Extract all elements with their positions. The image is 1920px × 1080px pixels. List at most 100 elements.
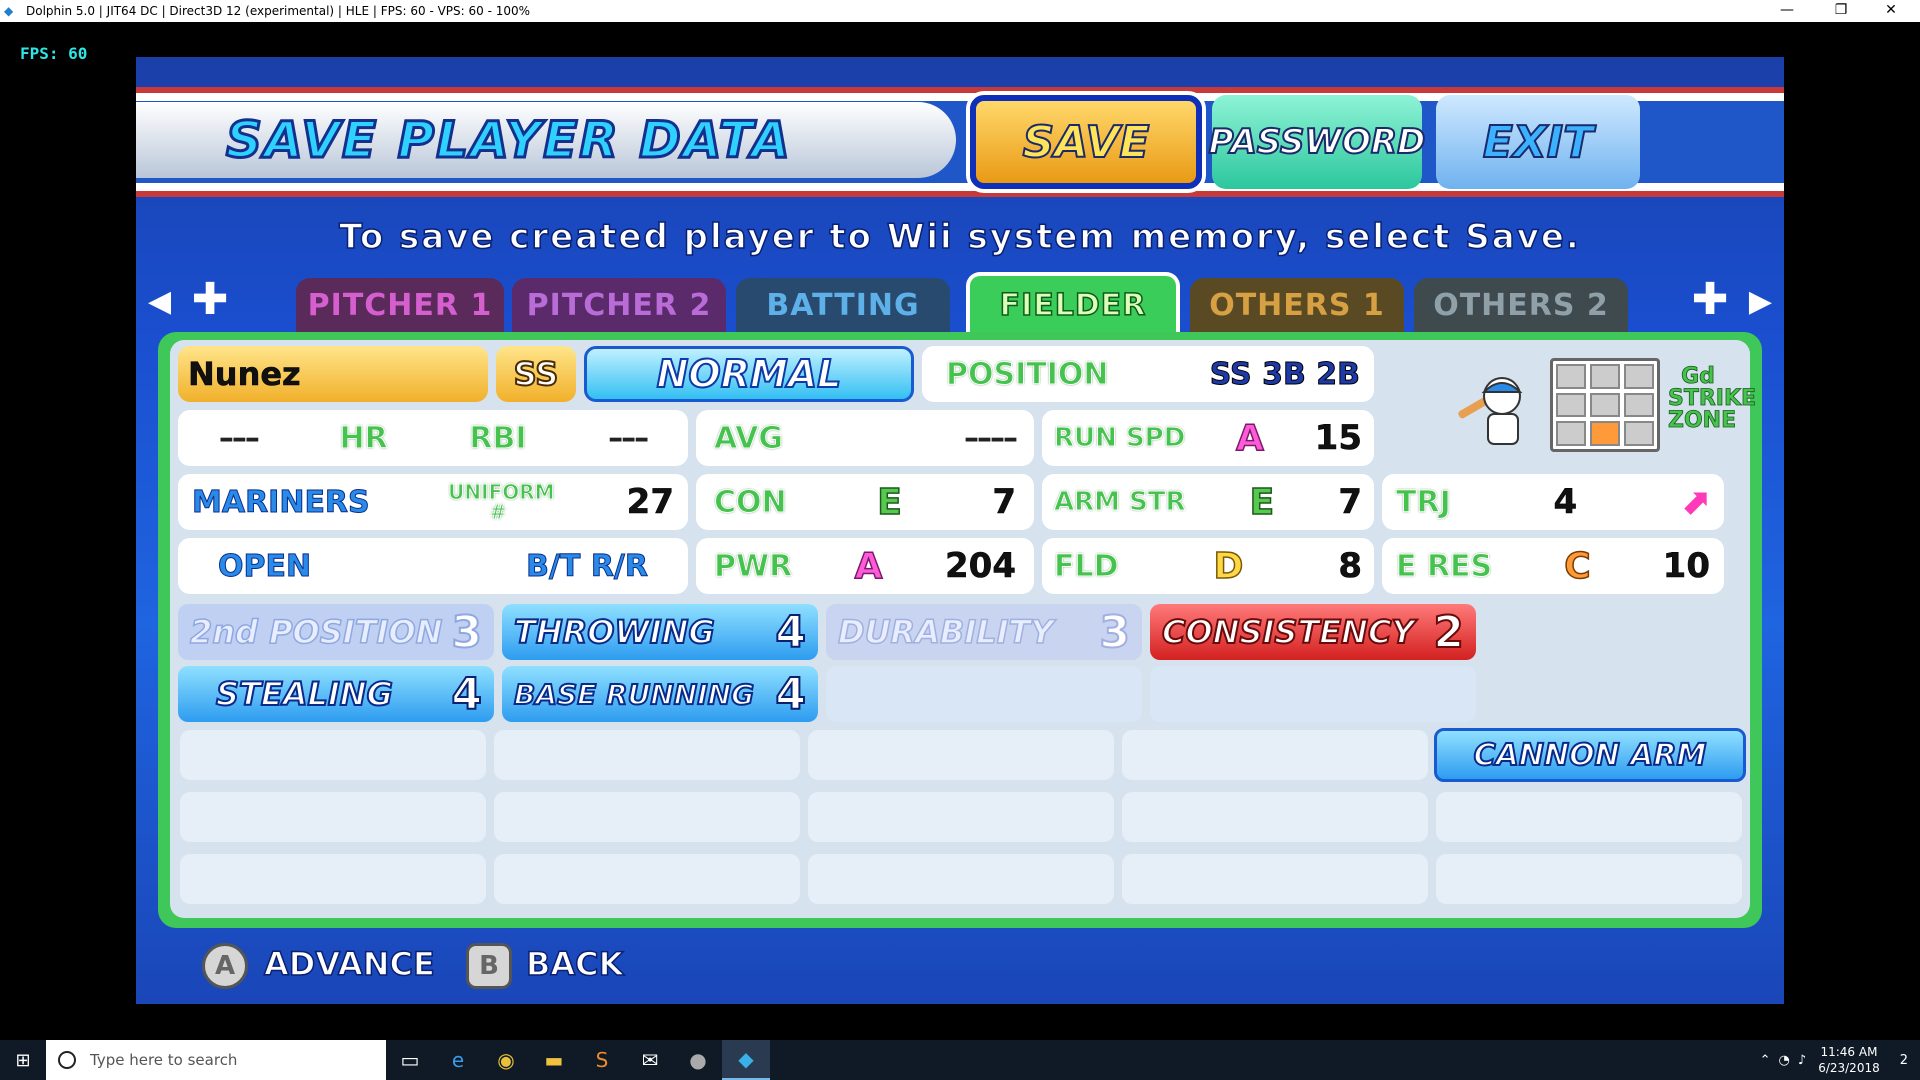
tab-others-2[interactable]: OTHERS 2 — [1414, 278, 1628, 332]
arm-strength-cell: ARM STR E 7 — [1042, 474, 1374, 530]
ability-stealing: STEALING 4 — [178, 666, 494, 722]
b-button-icon: B — [466, 943, 512, 989]
tab-fielder[interactable]: FIELDER — [966, 272, 1180, 334]
close-button[interactable]: ✕ — [1868, 0, 1914, 22]
system-tray: ⌃ ◔ ♪ 11:46 AM 6/23/2018 2 — [1756, 1040, 1920, 1080]
bt-value: R/R — [590, 548, 648, 584]
taskbar-clock[interactable]: 11:46 AM 6/23/2018 — [1818, 1044, 1880, 1076]
contact-value: 7 — [992, 482, 1016, 523]
tab-bar: ◀ ✚ PITCHER 1 PITCHER 2 BATTING FIELDER … — [136, 272, 1784, 334]
run-speed-cell: RUN SPD A 15 — [1042, 410, 1374, 466]
volume-icon[interactable]: ♪ — [1798, 1053, 1806, 1068]
special-slot — [494, 854, 800, 904]
ability-value: 4 — [774, 606, 807, 659]
restore-button[interactable]: ❐ — [1818, 0, 1864, 22]
tab-pitcher-1[interactable]: PITCHER 1 — [296, 278, 504, 332]
file-explorer-icon[interactable]: ▬ — [530, 1040, 578, 1080]
sublime-icon[interactable]: S — [578, 1040, 626, 1080]
ability-value: 3 — [450, 606, 483, 659]
network-icon[interactable]: ◔ — [1779, 1053, 1790, 1068]
ability-throwing: THROWING 4 — [502, 604, 818, 660]
fps-overlay: FPS: 60 — [20, 44, 88, 63]
strike-zone-block: Gd STRIKE ZONE — [1442, 358, 1756, 468]
save-button[interactable]: SAVE — [970, 95, 1202, 189]
task-view-icon[interactable]: ▭ — [386, 1040, 434, 1080]
tab-batting[interactable]: BATTING — [736, 278, 950, 332]
special-slot — [1122, 854, 1428, 904]
tab-others-1[interactable]: OTHERS 1 — [1190, 278, 1404, 332]
strike-zone-label: Gd STRIKE ZONE — [1668, 364, 1757, 433]
ability-label: STEALING — [215, 674, 394, 714]
page-title: SAVE PLAYER DATA — [225, 110, 792, 171]
power-value: 204 — [945, 546, 1016, 587]
rbi-label: RBI — [469, 420, 527, 456]
special-slot — [808, 730, 1114, 780]
tab-pitcher-2[interactable]: PITCHER 2 — [512, 278, 726, 332]
fielding-cell: FLD D 8 — [1042, 538, 1374, 594]
stance-cell: OPEN B/T R/R — [178, 538, 688, 594]
bt-label: B/T — [526, 548, 581, 584]
ability-label: DURABILITY — [837, 612, 1054, 652]
ability-durability: DURABILITY 3 — [826, 604, 1142, 660]
contact-grade: E — [876, 481, 902, 524]
a-button-icon: A — [202, 943, 248, 989]
fielding-value: 8 — [1338, 546, 1362, 587]
ability-cannon-arm: CANNON ARM — [1434, 728, 1746, 782]
rbi-value: ––– — [608, 420, 649, 456]
error-resistance-label: E RES — [1395, 548, 1493, 584]
taskbar-search[interactable]: Type here to search — [46, 1040, 386, 1080]
ability-value: 3 — [1098, 606, 1131, 659]
error-resistance-grade: C — [1563, 545, 1591, 588]
fielder-panel: Nunez SS NORMAL POSITION SS 3B 2B ––– HR… — [158, 332, 1762, 928]
special-slot — [808, 854, 1114, 904]
ability-value: 4 — [774, 668, 807, 721]
position-label: POSITION — [946, 356, 1109, 392]
special-slot — [494, 730, 800, 780]
special-slot — [180, 854, 486, 904]
special-slot — [180, 730, 486, 780]
dolphin-taskbar-icon[interactable]: ◆ — [722, 1040, 770, 1080]
error-resistance-value: 10 — [1662, 546, 1710, 587]
back-hint[interactable]: BACK — [525, 944, 624, 984]
power-cell: PWR A 204 — [696, 538, 1034, 594]
fielding-grade: D — [1213, 545, 1244, 588]
password-button[interactable]: PASSWORD — [1208, 95, 1426, 189]
title-banner: SAVE PLAYER DATA — [136, 102, 956, 178]
arm-strength-label: ARM STR — [1054, 487, 1187, 518]
ability-slot-empty — [1150, 666, 1476, 722]
special-slot — [1122, 792, 1428, 842]
form-badge: NORMAL — [584, 346, 914, 402]
run-speed-value: 15 — [1314, 418, 1362, 459]
contact-cell: CON E 7 — [696, 474, 1034, 530]
clock-date: 6/23/2018 — [1818, 1061, 1880, 1075]
cortana-icon — [58, 1051, 76, 1069]
edge-icon[interactable]: e — [434, 1040, 482, 1080]
mail-icon[interactable]: ✉ — [626, 1040, 674, 1080]
special-slot — [808, 792, 1114, 842]
exit-button[interactable]: EXIT — [1436, 95, 1640, 189]
ability-second-position: 2nd POSITION 3 — [178, 604, 494, 660]
instruction-text: To save created player to Wii system mem… — [338, 216, 1581, 258]
error-resistance-cell: E RES C 10 — [1382, 538, 1724, 594]
tray-chevron-icon[interactable]: ⌃ — [1760, 1053, 1771, 1068]
minimize-button[interactable]: — — [1764, 0, 1810, 22]
player-name: Nunez — [178, 346, 488, 402]
windows-start-icon[interactable]: ⊞ — [0, 1040, 46, 1080]
avg-cell: AVG –––– — [696, 410, 1034, 466]
trajectory-cell: TRJ 4 ⬈ — [1382, 474, 1724, 530]
dolphin-icon: ◆ — [4, 4, 14, 18]
tab-right-arrow-icon[interactable]: ▶ — [1749, 284, 1772, 319]
window-titlebar: ◆ Dolphin 5.0 | JIT64 DC | Direct3D 12 (… — [0, 0, 1920, 22]
trajectory-value: 4 — [1553, 482, 1578, 523]
uniform-label: UNIFORM # — [448, 480, 555, 524]
chrome-icon[interactable]: ◉ — [482, 1040, 530, 1080]
hr-value: ––– — [218, 420, 260, 456]
ability-value: 2 — [1432, 606, 1465, 659]
notification-count[interactable]: 2 — [1900, 1053, 1908, 1068]
ability-consistency: CONSISTENCY 2 — [1150, 604, 1476, 660]
obs-icon[interactable]: ● — [674, 1040, 722, 1080]
button-hints: A ADVANCE B BACK — [136, 937, 1784, 997]
window-title: Dolphin 5.0 | JIT64 DC | Direct3D 12 (ex… — [26, 4, 531, 18]
advance-hint[interactable]: ADVANCE — [263, 944, 435, 984]
tab-left-arrow-icon[interactable]: ◀ — [148, 284, 171, 319]
